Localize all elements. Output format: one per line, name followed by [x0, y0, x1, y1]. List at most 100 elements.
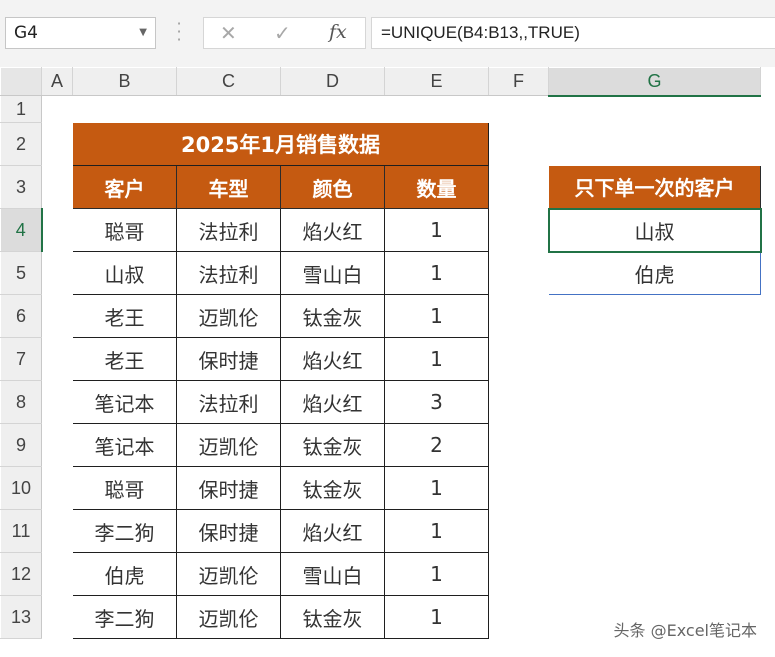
cell[interactable]	[489, 553, 549, 596]
table-cell[interactable]: 1	[384, 294, 489, 338]
table-cell[interactable]: 伯虎	[72, 552, 177, 596]
cell[interactable]	[549, 295, 761, 338]
column-header-e[interactable]: E	[384, 67, 489, 96]
column-header-c[interactable]: C	[176, 67, 281, 96]
select-all-corner[interactable]	[0, 67, 42, 96]
formula-input[interactable]: =UNIQUE(B4:B13,,TRUE)	[371, 17, 775, 49]
cell[interactable]	[42, 381, 73, 424]
enter-icon[interactable]: ✓	[274, 21, 291, 45]
cell[interactable]	[489, 338, 549, 381]
cancel-icon[interactable]: ✕	[220, 21, 237, 45]
table-cell[interactable]: 焰火红	[280, 380, 385, 424]
header-customer[interactable]: 客户	[72, 165, 177, 209]
row-header-11[interactable]: 11	[0, 509, 42, 553]
row-header-13[interactable]: 13	[0, 595, 42, 639]
spill-result-cell[interactable]: 伯虎	[548, 251, 761, 295]
table-cell[interactable]: 保时捷	[176, 466, 281, 510]
cell[interactable]	[489, 209, 549, 252]
table-cell[interactable]: 雪山白	[280, 552, 385, 596]
sales-table-title[interactable]: 2025年1月销售数据	[72, 122, 489, 166]
table-cell[interactable]: 法拉利	[176, 208, 281, 252]
cell[interactable]	[489, 596, 549, 639]
cell[interactable]	[42, 123, 73, 166]
cell[interactable]	[281, 96, 385, 123]
header-quantity[interactable]: 数量	[384, 165, 489, 209]
cell[interactable]	[42, 424, 73, 467]
column-header-d[interactable]: D	[280, 67, 385, 96]
cell[interactable]	[42, 467, 73, 510]
column-header-b[interactable]: B	[72, 67, 177, 96]
cell[interactable]	[549, 96, 761, 123]
table-cell[interactable]: 聪哥	[72, 208, 177, 252]
row-header-8[interactable]: 8	[0, 380, 42, 424]
table-cell[interactable]: 焰火红	[280, 509, 385, 553]
cell[interactable]	[42, 510, 73, 553]
cell[interactable]	[489, 123, 549, 166]
table-cell[interactable]: 保时捷	[176, 509, 281, 553]
table-cell[interactable]: 法拉利	[176, 380, 281, 424]
cell[interactable]	[489, 467, 549, 510]
cell[interactable]	[42, 252, 73, 295]
chevron-down-icon[interactable]: ▼	[139, 18, 147, 48]
cell[interactable]	[385, 96, 489, 123]
table-cell[interactable]: 1	[384, 208, 489, 252]
table-cell[interactable]: 钛金灰	[280, 466, 385, 510]
cell[interactable]	[489, 96, 549, 123]
cell[interactable]	[549, 424, 761, 467]
cell[interactable]	[549, 553, 761, 596]
cell[interactable]	[549, 467, 761, 510]
row-header-5[interactable]: 5	[0, 251, 42, 295]
cell[interactable]	[489, 510, 549, 553]
table-cell[interactable]: 1	[384, 337, 489, 381]
table-cell[interactable]: 2	[384, 423, 489, 467]
active-cell-result[interactable]: 山叔	[547, 207, 762, 253]
insert-function-icon[interactable]: fx	[329, 21, 347, 43]
cell[interactable]	[42, 338, 73, 381]
row-header-3[interactable]: 3	[0, 165, 42, 209]
table-cell[interactable]: 李二狗	[72, 509, 177, 553]
cell[interactable]	[42, 96, 73, 123]
table-cell[interactable]: 1	[384, 552, 489, 596]
row-header-1[interactable]: 1	[0, 95, 42, 123]
table-cell[interactable]: 钛金灰	[280, 595, 385, 639]
table-cell[interactable]: 焰火红	[280, 337, 385, 381]
cell[interactable]	[42, 209, 73, 252]
table-cell[interactable]: 法拉利	[176, 251, 281, 295]
cell[interactable]	[489, 381, 549, 424]
result-header[interactable]: 只下单一次的客户	[548, 165, 761, 209]
row-header-6[interactable]: 6	[0, 294, 42, 338]
table-cell[interactable]: 迈凯伦	[176, 552, 281, 596]
table-cell[interactable]: 迈凯伦	[176, 423, 281, 467]
cell[interactable]	[73, 96, 177, 123]
cell[interactable]	[42, 295, 73, 338]
row-header-12[interactable]: 12	[0, 552, 42, 596]
table-cell[interactable]: 1	[384, 466, 489, 510]
column-header-f[interactable]: F	[488, 67, 549, 96]
table-cell[interactable]: 笔记本	[72, 380, 177, 424]
more-options-icon[interactable]: · · ·	[174, 16, 184, 48]
table-cell[interactable]: 1	[384, 595, 489, 639]
table-cell[interactable]: 迈凯伦	[176, 294, 281, 338]
cell[interactable]	[489, 295, 549, 338]
table-cell[interactable]: 保时捷	[176, 337, 281, 381]
table-cell[interactable]: 山叔	[72, 251, 177, 295]
table-cell[interactable]: 3	[384, 380, 489, 424]
table-cell[interactable]: 笔记本	[72, 423, 177, 467]
cell[interactable]	[489, 166, 549, 209]
table-cell[interactable]: 迈凯伦	[176, 595, 281, 639]
cell[interactable]	[549, 123, 761, 166]
cell[interactable]	[42, 596, 73, 639]
table-cell[interactable]: 焰火红	[280, 208, 385, 252]
cell[interactable]	[549, 338, 761, 381]
row-header-2[interactable]: 2	[0, 122, 42, 166]
row-header-4[interactable]: 4	[0, 208, 43, 252]
row-header-9[interactable]: 9	[0, 423, 42, 467]
row-header-10[interactable]: 10	[0, 466, 42, 510]
cell[interactable]	[489, 424, 549, 467]
table-cell[interactable]: 李二狗	[72, 595, 177, 639]
table-cell[interactable]: 聪哥	[72, 466, 177, 510]
name-box[interactable]: G4 ▼	[5, 17, 156, 49]
table-cell[interactable]: 1	[384, 251, 489, 295]
column-header-g[interactable]: G	[548, 67, 761, 97]
cell[interactable]	[489, 252, 549, 295]
